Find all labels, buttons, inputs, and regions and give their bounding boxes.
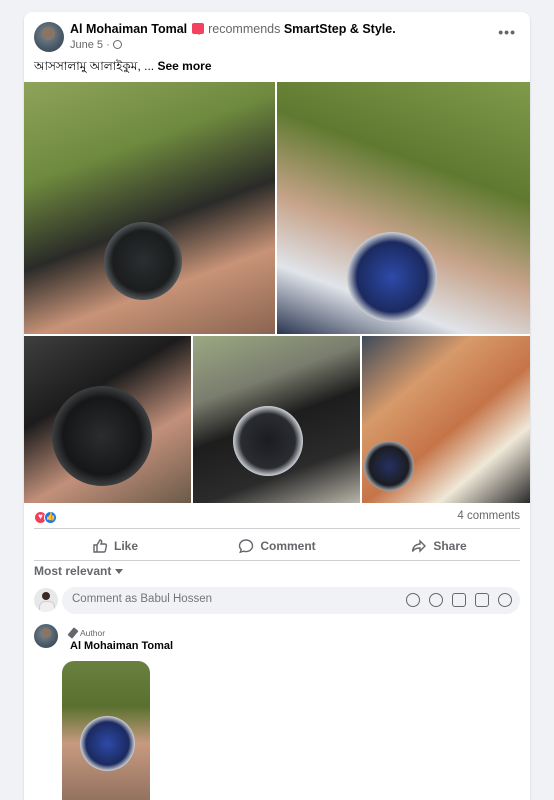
like-icon: 👍 (44, 511, 57, 524)
share-icon (412, 539, 427, 553)
author-name[interactable]: Al Mohaiman Tomal (70, 22, 187, 36)
watch-image (80, 716, 135, 771)
commenter-avatar[interactable] (34, 624, 58, 648)
comment-input-box[interactable] (62, 587, 520, 614)
like-label: Like (113, 539, 138, 553)
thumbs-up-icon (93, 539, 108, 553)
see-more-link[interactable]: See more (157, 59, 211, 73)
sort-label: Most relevant (34, 564, 112, 578)
share-label: Share (433, 539, 467, 553)
gif-icon[interactable] (475, 593, 489, 607)
post-meta: June 5 · (70, 39, 122, 51)
like-button[interactable]: Like (34, 532, 196, 560)
comments-count[interactable]: 4 comments (457, 510, 520, 522)
watch-photo-1[interactable] (24, 82, 275, 334)
watch-image (347, 232, 437, 322)
post-text: আসসালামু আলাইকুম, ... See more (34, 58, 212, 78)
author-badge: Author (67, 627, 106, 639)
post-date[interactable]: June 5 · (70, 39, 110, 51)
reactions-summary[interactable]: ♥ 👍 (34, 511, 64, 525)
watch-photo-2[interactable] (277, 82, 530, 334)
watch-image (233, 406, 303, 476)
pencil-icon (67, 627, 79, 639)
camera-icon[interactable] (452, 593, 466, 607)
post-header: Al Mohaiman Tomal recommends SmartStep &… (34, 22, 520, 56)
watch-photo-5[interactable] (362, 336, 530, 503)
watch-image (364, 441, 414, 491)
comment-input-tools (406, 593, 512, 607)
post-text-body: আসসালামু আলাইকুম, ... (34, 59, 158, 73)
author-badge-label: Author (80, 628, 106, 638)
comment-label: Comment (260, 539, 316, 553)
author-avatar[interactable] (34, 22, 64, 52)
watch-photo-3[interactable] (24, 336, 191, 503)
post-card: Al Mohaiman Tomal recommends SmartStep &… (24, 12, 530, 800)
watch-photo-4[interactable] (193, 336, 360, 503)
post-header-line: Al Mohaiman Tomal recommends SmartStep &… (70, 22, 396, 36)
share-button[interactable]: Share (358, 532, 520, 560)
recommends-text: recommends (208, 22, 281, 36)
post-menu-button[interactable]: ••• (498, 24, 516, 40)
current-user-avatar (34, 588, 58, 612)
comment-sort-dropdown[interactable]: Most relevant (34, 564, 124, 578)
commenter-name[interactable]: Al Mohaiman Tomal (70, 640, 173, 652)
divider (34, 528, 520, 529)
comment-input[interactable] (72, 593, 312, 605)
globe-icon (112, 40, 122, 49)
watch-image (52, 386, 152, 486)
page-name[interactable]: SmartStep & Style. (284, 22, 396, 36)
recommend-icon (191, 23, 204, 35)
sticker-icon[interactable] (498, 593, 512, 607)
comment-icon (239, 539, 254, 554)
comment-photo[interactable] (62, 661, 150, 800)
post-actions: Like Comment Share (34, 532, 520, 560)
caret-down-icon (115, 569, 124, 578)
avatar-sticker-icon[interactable] (406, 593, 420, 607)
watch-image (104, 222, 182, 300)
emoji-icon[interactable] (429, 593, 443, 607)
comment-button[interactable]: Comment (196, 532, 358, 560)
divider (34, 560, 520, 561)
